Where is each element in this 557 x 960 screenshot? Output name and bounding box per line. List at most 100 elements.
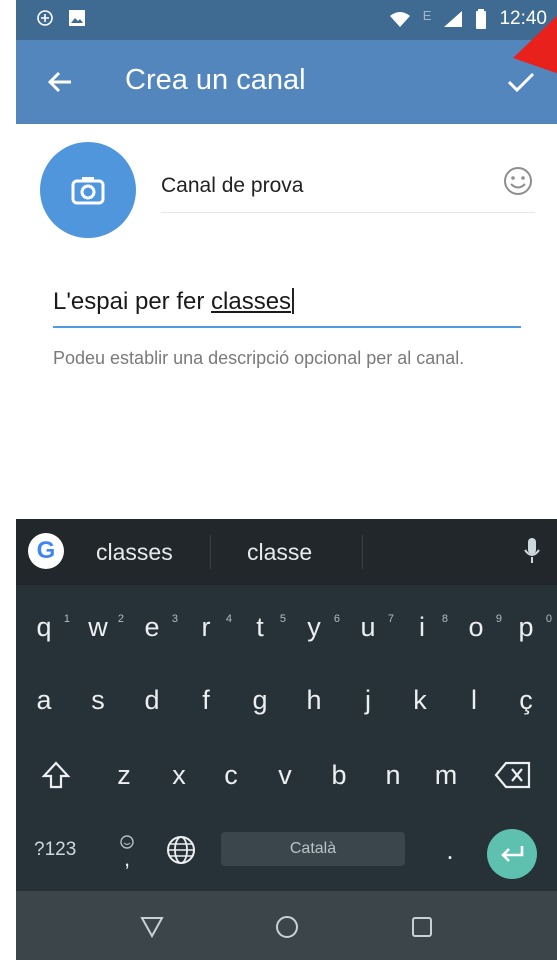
key-b[interactable]: b [319, 753, 359, 797]
key-h[interactable]: h [294, 678, 334, 722]
emoji-comma-key[interactable]: , [114, 825, 140, 871]
suggestion-divider [210, 535, 211, 569]
mic-icon [524, 538, 540, 563]
suggestion-divider [362, 535, 363, 569]
signal-icon [444, 11, 463, 27]
key-u[interactable]: u7 [348, 605, 394, 649]
backspace-key[interactable] [490, 753, 536, 797]
phone-screen: E 12:40 Crea un canal Canal de prova L'e… [16, 0, 557, 960]
period-key[interactable]: . [440, 835, 460, 869]
back-arrow-icon [47, 71, 71, 93]
key-r[interactable]: r4 [186, 605, 233, 649]
key-w-label: w [88, 612, 108, 642]
nav-recents-button[interactable] [408, 913, 436, 941]
key-q-label: q [36, 612, 52, 642]
data-saver-icon [37, 10, 53, 26]
key-y[interactable]: y6 [294, 605, 340, 649]
red-pointer-arrow [513, 15, 557, 74]
nav-home-icon [276, 916, 298, 938]
key-p-label: p [518, 612, 534, 642]
key-u-hint: 7 [387, 613, 394, 625]
key-q[interactable]: q1 [24, 605, 70, 649]
back-button[interactable] [40, 62, 80, 102]
key-i-hint: 8 [441, 613, 448, 625]
key-v[interactable]: v [265, 753, 305, 797]
key-p[interactable]: p0 [506, 605, 552, 649]
nav-home-button[interactable] [273, 913, 301, 941]
key-u-label: u [360, 612, 376, 642]
key-f[interactable]: f [186, 678, 226, 722]
key-t-hint: 5 [279, 613, 286, 625]
key-e-hint: 3 [171, 613, 178, 625]
suggestion-strip: G classes classe [16, 519, 557, 585]
key-t-label: t [256, 612, 264, 642]
key-d[interactable]: d [132, 678, 172, 722]
google-icon[interactable]: G [28, 533, 64, 569]
voice-input-button[interactable] [523, 537, 541, 570]
text-cursor [292, 288, 295, 314]
key-x[interactable]: x [159, 753, 199, 797]
key-g[interactable]: g [240, 678, 280, 722]
key-t[interactable]: t5 [240, 605, 286, 649]
emoji-button[interactable] [503, 166, 533, 201]
key-c[interactable]: c [211, 753, 251, 797]
description-field[interactable]: L'espai per fer classes [53, 278, 521, 328]
key-i[interactable]: i8 [402, 605, 448, 649]
suggestion-1[interactable]: classes [96, 539, 173, 566]
channel-photo-button[interactable] [40, 142, 136, 238]
backspace-icon [494, 761, 531, 789]
nav-back-icon [140, 917, 164, 938]
navigation-bar [16, 891, 557, 960]
key-c-cedilla[interactable]: ç [506, 678, 546, 722]
screenshot-left-margin [0, 0, 16, 960]
key-e[interactable]: e3 [132, 605, 178, 649]
camera-icon [71, 177, 105, 205]
key-r-label: r [201, 612, 211, 642]
key-p-hint: 0 [545, 613, 552, 625]
key-m[interactable]: m [426, 753, 466, 797]
key-q-hint: 1 [63, 613, 70, 625]
key-w[interactable]: w2 [78, 605, 124, 649]
enter-icon [501, 846, 524, 862]
description-composing-word: classes [211, 288, 292, 315]
key-o-hint: 9 [495, 613, 502, 625]
key-n[interactable]: n [373, 753, 413, 797]
key-y-hint: 6 [333, 613, 340, 625]
language-key[interactable] [164, 835, 198, 869]
key-i-label: i [419, 612, 425, 642]
app-bar: Crea un canal [16, 40, 557, 124]
symbols-key[interactable]: ?123 [34, 839, 76, 861]
key-o-label: o [468, 612, 484, 642]
key-w-hint: 2 [117, 613, 124, 625]
key-s[interactable]: s [78, 678, 118, 722]
channel-name-field[interactable]: Canal de prova [161, 160, 535, 213]
description-text: L'espai per fer [53, 288, 212, 315]
key-r-hint: 4 [225, 613, 232, 625]
shift-icon [41, 761, 71, 789]
description-value: L'espai per fer classes [53, 288, 295, 316]
shift-key[interactable] [36, 753, 76, 797]
enter-key[interactable] [487, 829, 537, 879]
page-title: Crea un canal [125, 64, 306, 96]
key-o[interactable]: o9 [456, 605, 502, 649]
image-notification-icon [69, 10, 85, 26]
battery-icon [476, 9, 487, 29]
key-j[interactable]: j [348, 678, 388, 722]
space-key[interactable]: Català [221, 832, 405, 866]
key-l[interactable]: l [454, 678, 494, 722]
channel-name-value: Canal de prova [161, 174, 304, 197]
key-e-label: e [144, 612, 160, 642]
globe-icon [167, 836, 195, 864]
description-hint: Podeu establir una descripció opcional p… [53, 348, 465, 368]
key-z[interactable]: z [104, 753, 144, 797]
status-bar: E 12:40 [16, 0, 557, 40]
emoji-icon [504, 167, 532, 195]
suggestion-2[interactable]: classe [247, 539, 312, 566]
keyboard: G classes classe q1 w2 e3 r4 t5 y6 u7 i8… [16, 519, 557, 891]
nav-back-button[interactable] [138, 913, 166, 941]
status-bar-left-icons [36, 9, 86, 27]
key-a[interactable]: a [24, 678, 64, 722]
comma-label: , [123, 846, 131, 871]
key-k[interactable]: k [400, 678, 440, 722]
wifi-icon [389, 12, 410, 27]
